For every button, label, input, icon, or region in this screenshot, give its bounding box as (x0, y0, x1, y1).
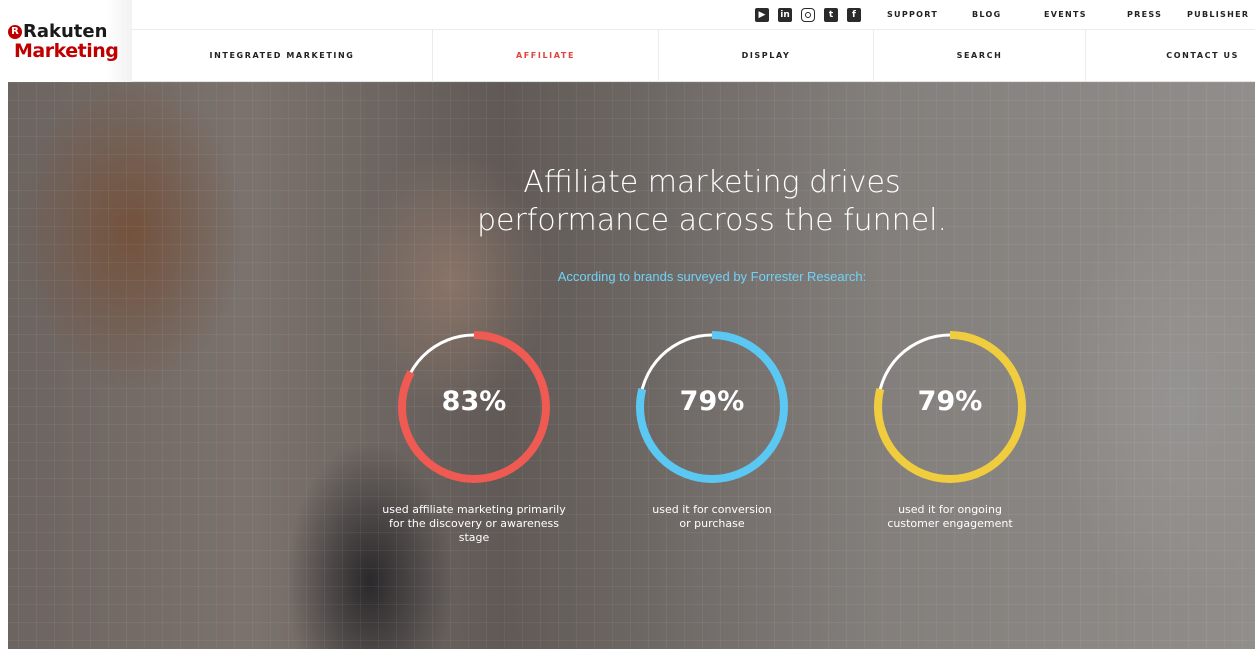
facebook-icon[interactable]: f (847, 8, 861, 22)
stat-caption: used it for conversion or purchase (652, 503, 772, 530)
utility-bar: ▶ in t f SUPPORT BLOG EVENTS PRESS PUBLI… (132, 0, 1255, 30)
nav-contact-us[interactable]: CONTACT US (1086, 30, 1255, 82)
stat-value: 79% (679, 386, 745, 417)
rakuten-marketing-logo[interactable]: R Rakuten Marketing (8, 23, 133, 63)
hero-subhead: According to brands surveyed by Forreste… (557, 269, 867, 284)
youtube-icon[interactable]: ▶ (755, 8, 769, 22)
logo-top-text: Rakuten (23, 21, 108, 42)
site-header: R Rakuten Marketing ▶ in t f SUPPORT BLO… (0, 0, 1255, 82)
logo-top-line: R Rakuten (8, 23, 107, 41)
nav-integrated-marketing[interactable]: INTEGRATED MARKETING (132, 30, 433, 82)
twitter-icon[interactable]: t (824, 8, 838, 22)
stat-caption: used it for ongoing customer engagement (887, 503, 1013, 530)
hero-section: Affiliate marketing drives performance a… (0, 82, 1255, 649)
hero-headline: Affiliate marketing drives performance a… (352, 164, 1072, 240)
headline-line-1: Affiliate marketing drives (523, 165, 901, 200)
stat-value: 83% (441, 386, 507, 417)
press-link[interactable]: PRESS (1127, 10, 1162, 20)
instagram-icon[interactable] (801, 8, 815, 22)
nav-affiliate[interactable]: AFFILIATE (433, 30, 659, 82)
nav-search[interactable]: SEARCH (874, 30, 1086, 82)
linkedin-icon[interactable]: in (778, 8, 792, 22)
support-link[interactable]: SUPPORT (887, 10, 938, 20)
hero-left-edge (0, 82, 8, 649)
publisher-link[interactable]: PUBLISHER (1187, 10, 1249, 20)
main-nav: INTEGRATED MARKETING AFFILIATE DISPLAY S… (132, 30, 1255, 82)
social-links: ▶ in t f (755, 8, 861, 22)
logo-bottom-text: Marketing (14, 40, 119, 62)
logo-mark: R (8, 25, 22, 39)
stat-value: 79% (917, 386, 983, 417)
nav-display[interactable]: DISPLAY (659, 30, 874, 82)
blog-link[interactable]: BLOG (972, 10, 1001, 20)
stat-caption: used affiliate marketing primarily for t… (382, 503, 566, 544)
headline-line-2: performance across the funnel. (476, 203, 948, 238)
events-link[interactable]: EVENTS (1044, 10, 1087, 20)
